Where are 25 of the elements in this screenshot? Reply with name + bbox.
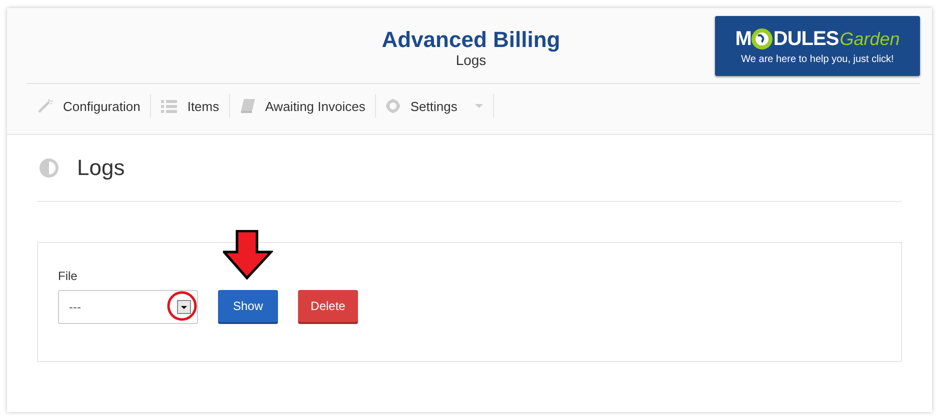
gear-icon xyxy=(386,99,400,113)
logo-text: DULES xyxy=(773,28,839,50)
wand-icon xyxy=(37,99,53,113)
brand-logo[interactable]: M DULESGarden We are here to help you, just click! xyxy=(715,16,920,76)
file-select[interactable]: --- xyxy=(58,290,198,324)
nav-item[interactable]: Items xyxy=(151,94,230,118)
field-label: File xyxy=(58,269,78,283)
show-button[interactable]: Show xyxy=(218,290,278,324)
logo-tagline: We are here to help you, just click! xyxy=(741,54,894,64)
nav-item[interactable]: Awaiting Invoices xyxy=(230,94,376,118)
contrast-icon xyxy=(39,158,59,178)
app-title: Advanced Billing xyxy=(382,28,560,52)
globe-icon xyxy=(751,28,774,50)
book-icon xyxy=(240,99,256,113)
highlight-circle xyxy=(166,290,198,322)
list-icon xyxy=(161,100,178,112)
nav-item[interactable]: Configuration xyxy=(27,94,152,118)
nav-item[interactable]: Settings xyxy=(376,94,494,118)
app-subtitle: Logs xyxy=(456,52,486,68)
page-title: Logs xyxy=(77,155,125,181)
delete-button[interactable]: Delete xyxy=(298,290,358,324)
logo-script: Garden xyxy=(840,28,900,50)
down-arrow xyxy=(223,230,273,280)
logo-text: M xyxy=(735,28,752,50)
dropdown-icon xyxy=(177,300,191,314)
